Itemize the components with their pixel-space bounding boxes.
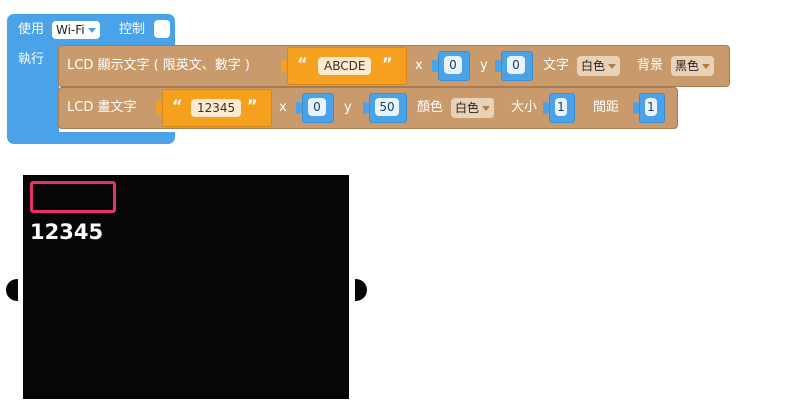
color-label: 顏色 xyxy=(417,100,444,115)
lcd-draw-text-label: LCD 畫文字 xyxy=(67,100,137,115)
text-value-field[interactable]: ABCDE xyxy=(318,57,372,75)
size-value-field[interactable]: 1 xyxy=(555,98,567,116)
use-label: 使用 xyxy=(18,22,45,37)
string-block-12345[interactable]: “ 12345 ” xyxy=(162,89,272,127)
control-label: 控制 xyxy=(119,22,146,37)
x-value-field[interactable]: 0 xyxy=(308,98,326,116)
size-number-block[interactable]: 1 xyxy=(549,93,575,123)
protocol-dropdown[interactable]: Wi-Fi xyxy=(52,21,100,39)
open-quote-icon: “ xyxy=(172,96,183,115)
spacing-value-field[interactable]: 1 xyxy=(645,98,657,116)
background-color-dropdown[interactable]: 黑色 xyxy=(671,56,715,76)
wifi-block-footer xyxy=(7,132,175,144)
text-color-dropdown[interactable]: 白色 xyxy=(577,56,621,76)
background-label: 背景 xyxy=(637,58,664,73)
y-value-field[interactable]: 50 xyxy=(375,98,399,116)
spacing-number-block[interactable]: 1 xyxy=(639,93,665,123)
string-block-abcde[interactable]: “ ABCDE ” xyxy=(287,47,407,85)
size-label: 大小 xyxy=(511,100,538,115)
x-label: x xyxy=(279,100,287,115)
chevron-down-icon xyxy=(87,27,96,33)
lcd-right-knob xyxy=(355,279,367,301)
lcd-draw-text-block[interactable]: LCD 畫文字 “ 12345 ” x 0 y 50 顏色 白色 大小 1 間距… xyxy=(58,87,678,129)
close-quote-icon: ” xyxy=(247,96,258,115)
x-number-block[interactable]: 0 xyxy=(302,93,334,123)
y-value-field[interactable]: 0 xyxy=(507,56,525,74)
background-color-value: 黑色 xyxy=(675,59,700,73)
y-number-block[interactable]: 0 xyxy=(501,51,533,81)
x-number-block[interactable]: 0 xyxy=(438,51,470,81)
text-color-value: 白色 xyxy=(581,59,606,73)
close-quote-icon: ” xyxy=(382,54,393,73)
lcd-rendered-text: 12345 xyxy=(30,220,104,244)
control-slot[interactable] xyxy=(154,20,170,38)
y-number-block[interactable]: 50 xyxy=(369,93,407,123)
text-value-field[interactable]: 12345 xyxy=(191,99,242,117)
execute-label: 執行 xyxy=(18,52,45,67)
spacing-label: 間距 xyxy=(593,100,620,115)
chevron-down-icon xyxy=(608,63,617,69)
protocol-value: Wi-Fi xyxy=(56,23,85,37)
lcd-show-text-label: LCD 顯示文字 ( 限英文、數字 ) xyxy=(67,58,251,73)
y-label: y xyxy=(480,58,488,73)
color-value: 白色 xyxy=(455,101,480,115)
x-label: x xyxy=(415,58,423,73)
chevron-down-icon xyxy=(482,105,491,111)
y-label: y xyxy=(344,100,352,115)
text-color-label: 文字 xyxy=(543,58,570,73)
lcd-left-knob xyxy=(6,279,18,301)
lcd-show-text-block[interactable]: LCD 顯示文字 ( 限英文、數字 ) “ ABCDE ” x 0 y 0 文字… xyxy=(58,45,730,87)
lcd-highlight-rectangle xyxy=(30,181,116,213)
chevron-down-icon xyxy=(702,63,711,69)
color-dropdown[interactable]: 白色 xyxy=(451,98,495,118)
x-value-field[interactable]: 0 xyxy=(444,56,462,74)
open-quote-icon: “ xyxy=(297,54,308,73)
